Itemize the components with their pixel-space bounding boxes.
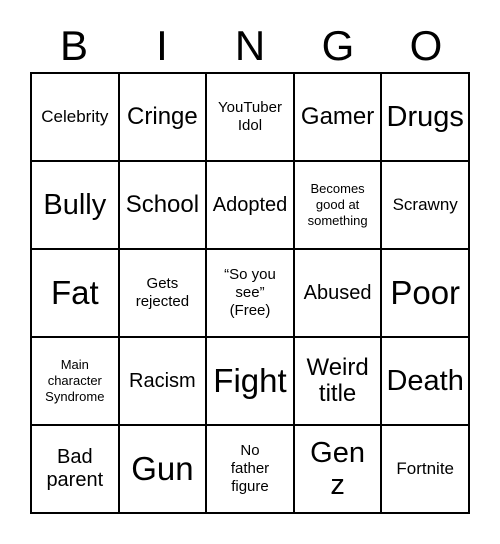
bingo-card: B I N G O Celebrity Cringe YouTuber Idol Ga… [0,0,500,544]
bingo-cell[interactable]: Fight [207,338,295,426]
bingo-cell-label: Weird title [306,354,369,407]
bingo-cell-label: Celebrity [41,107,109,126]
bingo-cell-label: Main character Syndrome [45,357,105,404]
bingo-cell-label: Death [386,365,464,397]
bingo-cell-label: School [125,191,200,218]
bingo-cell-label: Scrawny [392,195,458,214]
bingo-cell-label: Poor [390,274,461,311]
bingo-header-letter-b: B [59,22,88,69]
bingo-cell-label: Fight [213,362,287,399]
bingo-cell[interactable]: Poor [382,250,470,338]
bingo-cell-label: Bad parent [46,446,104,491]
bingo-cell-label: Gets rejected [135,275,190,310]
bingo-cell-label: YouTuber Idol [218,99,282,134]
bingo-cell[interactable]: Bully [32,162,120,250]
bingo-cell[interactable]: Scrawny [382,162,470,250]
bingo-cell[interactable]: Cringe [119,74,208,162]
bingo-cell[interactable]: Main character Syndrome [32,338,120,426]
bingo-cell-label: Fortnite [396,459,454,478]
bingo-header-letter-i: I [156,22,168,69]
bingo-cell[interactable]: Gets rejected [119,250,208,338]
bingo-grid: Celebrity Cringe YouTuber Idol Gamer Drugs Bu… [30,72,470,514]
bingo-cell-label: No father figure [230,442,270,495]
bingo-cell[interactable]: Fortnite [382,426,470,514]
bingo-cell[interactable]: Weird title [294,338,383,426]
bingo-cell[interactable]: Celebrity [32,74,120,162]
bingo-cell-label: Bully [43,189,107,221]
bingo-cell-label: Fat [50,274,99,311]
bingo-cell[interactable]: Bad parent [32,426,120,514]
bingo-cell-label: Gun [131,450,194,487]
bingo-header-letter-n: N [234,22,266,69]
bingo-cell-label: Adopted [212,193,288,216]
bingo-cell-label: Gamer [300,103,375,130]
bingo-cell[interactable]: No father figure [207,426,295,514]
bingo-cell-label: “So you see” (Free) [224,266,276,319]
bingo-cell[interactable]: Gamer [294,74,383,162]
bingo-cell[interactable]: Death [382,338,470,426]
bingo-cell[interactable]: Racism [119,338,208,426]
bingo-cell[interactable]: YouTuber Idol [207,74,295,162]
bingo-cell-free-space[interactable]: “So you see” (Free) [207,250,295,338]
bingo-cell-label: Cringe [127,103,198,130]
bingo-cell[interactable]: Gun [119,426,208,514]
bingo-cell[interactable]: Gen z [294,426,383,514]
bingo-cell-label: Drugs [386,101,464,133]
bingo-cell[interactable]: Drugs [382,74,470,162]
bingo-cell[interactable]: Fat [32,250,120,338]
bingo-cell[interactable]: Abused [294,250,383,338]
bingo-cell[interactable]: School [119,162,208,250]
bingo-header-letter-g: G [321,22,355,69]
bingo-cell-label: Gen z [310,437,365,501]
bingo-header: B I N G O [30,20,470,72]
bingo-cell[interactable]: Adopted [207,162,295,250]
bingo-cell-label: Abused [303,281,372,304]
bingo-cell[interactable]: Becomes good at something [294,162,383,250]
bingo-cell-label: Becomes good at something [307,181,368,228]
bingo-header-letter-o: O [409,22,443,69]
bingo-cell-label: Racism [129,369,196,392]
